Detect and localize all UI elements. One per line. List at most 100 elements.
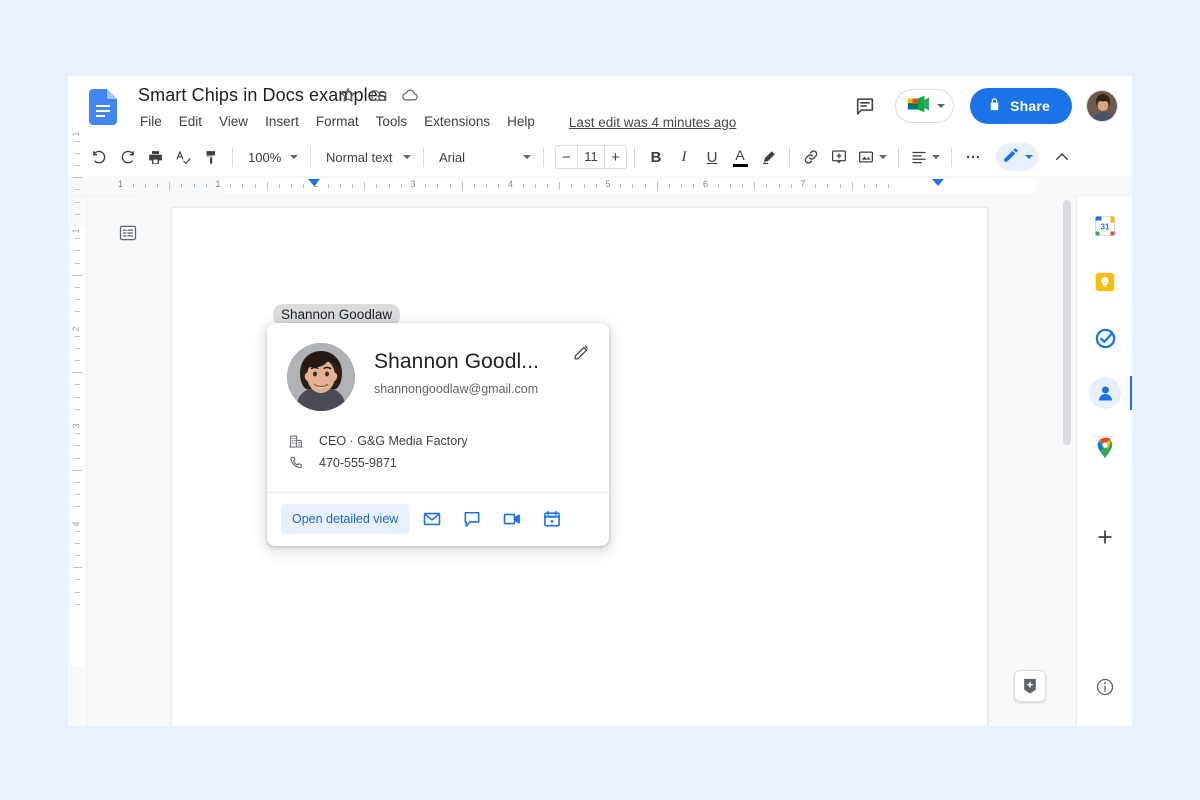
undo-icon[interactable] bbox=[85, 143, 113, 171]
vertical-scrollbar[interactable] bbox=[1063, 200, 1071, 445]
video-call-icon[interactable] bbox=[495, 502, 529, 536]
zoom-select[interactable]: 100% bbox=[240, 144, 303, 170]
hovercard-header: Shannon Goodl... shannongoodlaw@gmail.co… bbox=[267, 323, 609, 492]
print-icon[interactable] bbox=[141, 143, 169, 171]
horizontal-ruler[interactable]: 11234567 bbox=[68, 176, 1132, 196]
menu-item-format[interactable]: Format bbox=[316, 112, 359, 132]
sidebar-item-add-ons[interactable] bbox=[1089, 521, 1121, 553]
menu-item-view[interactable]: View bbox=[219, 112, 248, 132]
text-color-button[interactable]: A bbox=[726, 143, 754, 171]
ruler-tick bbox=[230, 184, 231, 188]
detail-text: CEO · G&G Media Factory bbox=[319, 431, 468, 451]
ruler-tick bbox=[571, 184, 572, 188]
insert-link-icon[interactable] bbox=[797, 143, 825, 171]
more-options-icon[interactable] bbox=[959, 143, 987, 171]
sidebar-divider bbox=[1093, 436, 1117, 437]
underline-button[interactable]: U bbox=[698, 143, 726, 171]
chat-icon[interactable] bbox=[455, 502, 489, 536]
ruler-tick bbox=[328, 184, 329, 188]
contact-name: Shannon Goodl... bbox=[374, 348, 539, 376]
ruler-tick bbox=[206, 184, 207, 188]
ruler-label: 7 bbox=[800, 179, 805, 189]
sidebar-item-calendar[interactable]: 31 bbox=[1089, 210, 1121, 242]
explore-sparkle-icon[interactable] bbox=[1014, 670, 1046, 702]
ruler-tick bbox=[462, 182, 463, 190]
detail-row: 470-555-9871 bbox=[287, 453, 589, 473]
vertical-ruler-tick bbox=[73, 177, 82, 178]
ruler-tick bbox=[681, 184, 682, 188]
add-comment-icon[interactable] bbox=[825, 143, 853, 171]
contact-email: shannongoodlaw@gmail.com bbox=[374, 380, 539, 399]
open-detailed-view-button[interactable]: Open detailed view bbox=[281, 504, 409, 534]
vertical-ruler-tick bbox=[75, 287, 80, 288]
move-to-folder-icon[interactable] bbox=[370, 86, 388, 104]
comment-history-button[interactable] bbox=[845, 86, 885, 126]
ruler-tick bbox=[547, 184, 548, 188]
menu-item-file[interactable]: File bbox=[140, 112, 162, 132]
sidebar-item-contacts[interactable] bbox=[1089, 377, 1121, 409]
star-icon[interactable] bbox=[339, 86, 357, 104]
menu-item-help[interactable]: Help bbox=[507, 112, 535, 132]
menu-item-tools[interactable]: Tools bbox=[376, 112, 408, 132]
ruler-tick bbox=[364, 182, 365, 190]
ruler-tick bbox=[303, 184, 304, 188]
highlight-pen-icon[interactable] bbox=[754, 143, 782, 171]
document-scroll-area: Shannon Goodlaw bbox=[88, 196, 1076, 726]
vertical-ruler-tick bbox=[73, 567, 82, 568]
calendar-icon[interactable] bbox=[535, 502, 569, 536]
menu-item-extensions[interactable]: Extensions bbox=[424, 112, 490, 132]
font-size-decrease-button[interactable]: − bbox=[556, 146, 577, 168]
avatar[interactable] bbox=[1086, 90, 1118, 122]
menu-item-edit[interactable]: Edit bbox=[179, 112, 202, 132]
align-left-icon[interactable] bbox=[906, 143, 944, 171]
last-edit-status[interactable]: Last edit was 4 minutes ago bbox=[569, 115, 736, 130]
ruler-tick bbox=[242, 184, 243, 188]
chevron-down-icon bbox=[403, 155, 411, 159]
indent-marker-left[interactable] bbox=[308, 179, 320, 186]
active-indicator-bar bbox=[1130, 376, 1132, 410]
ruler-tick bbox=[742, 184, 743, 188]
indent-marker-right[interactable] bbox=[932, 179, 944, 186]
vertical-ruler[interactable]: 11234 bbox=[68, 196, 88, 726]
vertical-ruler-tick bbox=[75, 506, 80, 507]
font-family-select[interactable]: Arial bbox=[431, 144, 536, 170]
font-size-input[interactable]: 11 bbox=[577, 146, 605, 168]
editing-mode-button[interactable] bbox=[996, 143, 1038, 171]
chevron-down-icon bbox=[290, 155, 298, 159]
menu-item-insert[interactable]: Insert bbox=[265, 112, 299, 132]
cloud-saved-icon[interactable] bbox=[401, 86, 419, 104]
ruler-tick bbox=[754, 182, 755, 190]
bold-button[interactable]: B bbox=[642, 143, 670, 171]
share-button[interactable]: Share bbox=[970, 88, 1072, 124]
collapse-toolbar-button[interactable] bbox=[1048, 143, 1076, 171]
paint-format-icon[interactable] bbox=[197, 143, 225, 171]
info-icon[interactable] bbox=[1089, 671, 1121, 703]
vertical-ruler-tick bbox=[73, 372, 82, 373]
ruler-tick bbox=[888, 184, 889, 188]
edit-pencil-icon[interactable] bbox=[567, 338, 595, 366]
spellcheck-icon[interactable] bbox=[169, 143, 197, 171]
ruler-tick bbox=[389, 184, 390, 188]
document-page[interactable]: Shannon Goodlaw bbox=[171, 207, 988, 726]
italic-button[interactable]: I bbox=[670, 143, 698, 171]
google-meet-button[interactable] bbox=[895, 89, 954, 123]
vertical-ruler-tick bbox=[75, 214, 80, 215]
document-outline-icon[interactable] bbox=[113, 218, 143, 248]
redo-icon[interactable] bbox=[113, 143, 141, 171]
hovercard-identity: Shannon Goodl... shannongoodlaw@gmail.co… bbox=[287, 343, 589, 411]
sidebar-item-keep[interactable] bbox=[1089, 266, 1121, 298]
font-size-increase-button[interactable]: + bbox=[605, 146, 626, 168]
ruler-tick bbox=[181, 184, 182, 188]
insert-image-icon[interactable] bbox=[853, 143, 891, 171]
email-icon[interactable] bbox=[415, 502, 449, 536]
detail-text: 470-555-9871 bbox=[319, 453, 397, 473]
docs-file-icon[interactable] bbox=[89, 89, 117, 125]
ruler-tick bbox=[632, 184, 633, 188]
sidebar-item-tasks[interactable] bbox=[1089, 322, 1121, 354]
ruler-tick bbox=[279, 184, 280, 188]
paragraph-style-select[interactable]: Normal text bbox=[318, 144, 416, 170]
ruler-tick bbox=[791, 184, 792, 188]
ruler-tick bbox=[535, 184, 536, 188]
vertical-ruler-tick bbox=[75, 458, 80, 459]
document-body: 11234 Shannon Goodlaw bbox=[68, 196, 1132, 726]
